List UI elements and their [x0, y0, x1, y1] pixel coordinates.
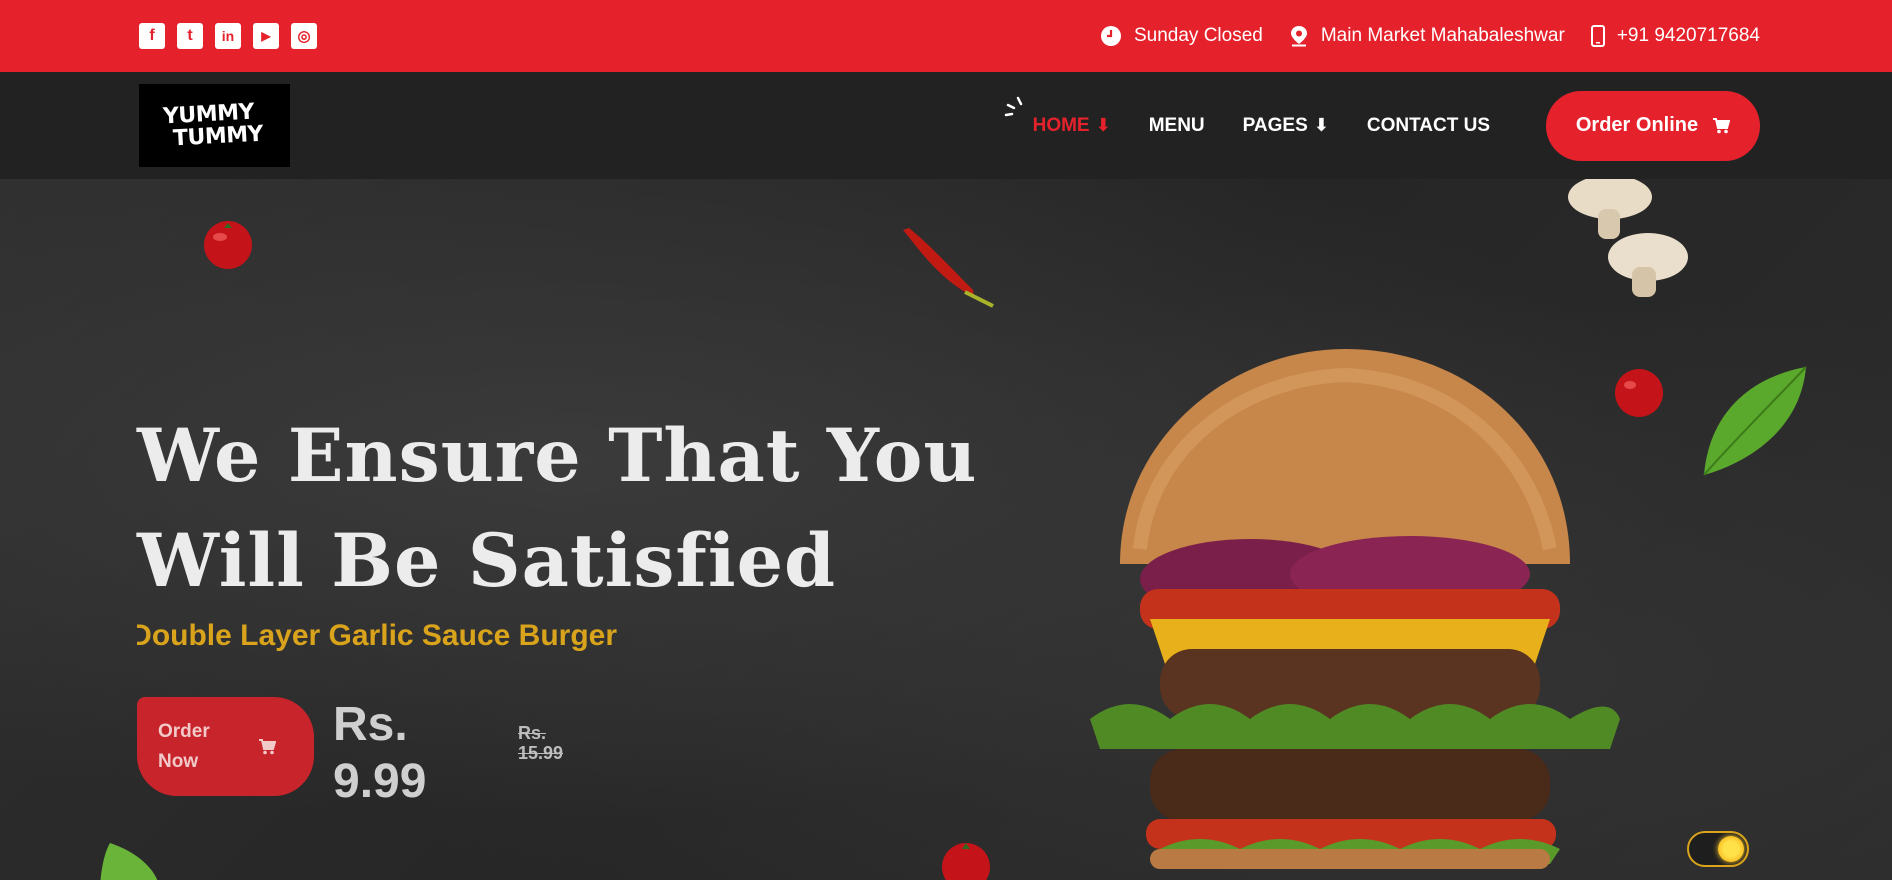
address-text: Main Market Mahabaleshwar [1320, 25, 1565, 46]
order-now-label: Order Now [158, 720, 210, 772]
current-price: Rs. 9.99 [333, 698, 427, 808]
location-pin-icon [1290, 26, 1307, 47]
cart-icon [1713, 117, 1731, 133]
twitter-icon[interactable]: t [177, 23, 203, 49]
contact-info: Sunday Closed Main Market Mahabaleshwar … [1100, 25, 1760, 47]
old-price: Rs. 15.99 [518, 723, 564, 763]
hero-subtitle: Double Layer Garlic Sauce Burger [137, 619, 617, 652]
mushroom-icon [1568, 179, 1688, 297]
hero-heading-line-1: We Ensure That You [137, 413, 978, 499]
youtube-icon[interactable]: ▶ [253, 23, 279, 49]
cart-icon [259, 738, 276, 754]
order-online-label: Order Online [1575, 114, 1699, 136]
sun-icon [1718, 836, 1744, 862]
tomato-icon [942, 843, 990, 880]
nav-right: HOME ⬇ MENU PAGES ⬇ CONTACT US Order Onl… [1004, 90, 1760, 161]
instagram-icon[interactable]: ◎ [291, 23, 317, 49]
order-online-button[interactable]: Order Online [1546, 90, 1760, 161]
top-bar: f t in ▶ ◎ Sunday Closed Main Market Mah… [0, 0, 1892, 72]
logo-line-2: TUMMY [172, 121, 265, 151]
arrow-down-icon: ⬇ [1313, 115, 1329, 135]
chili-pepper-icon [903, 228, 994, 308]
order-now-button[interactable]: Order Now [137, 697, 314, 796]
theme-toggle[interactable] [1687, 831, 1749, 867]
clock-icon [1100, 26, 1121, 46]
social-links: f t in ▶ ◎ [139, 23, 317, 49]
hours-info: Sunday Closed [1100, 25, 1263, 47]
main-navbar: YUMMY TUMMY HOME ⬇ MENU PAGES ⬇ CONTACT … [0, 72, 1892, 179]
nav-item-label: MENU [1148, 114, 1205, 136]
burger-image [1090, 349, 1620, 869]
nav-item-label: PAGES [1242, 114, 1308, 136]
phone-text: +91 9420717684 [1616, 25, 1760, 46]
nav-item-menu[interactable]: MENU [1149, 115, 1205, 137]
loading-spinner-icon [1004, 96, 1022, 116]
site-logo[interactable]: YUMMY TUMMY [139, 84, 290, 167]
nav-item-pages[interactable]: PAGES ⬇ [1243, 115, 1329, 137]
phone-info[interactable]: +91 9420717684 [1590, 25, 1760, 47]
tomato-icon [204, 221, 252, 269]
nav-menu: HOME ⬇ MENU PAGES ⬇ CONTACT US [1004, 96, 1490, 137]
facebook-icon[interactable]: f [139, 23, 165, 49]
linkedin-icon[interactable]: in [215, 23, 241, 49]
nav-item-home[interactable]: HOME ⬇ [1033, 115, 1111, 137]
nav-item-contact-us[interactable]: CONTACT US [1367, 115, 1490, 137]
hero-section: We Ensure That You Will Be Satisfied Dou… [0, 179, 1892, 880]
nav-item-label: HOME [1032, 114, 1090, 136]
basil-leaf-icon [100, 843, 158, 880]
phone-icon [1590, 25, 1605, 47]
nav-item-label: CONTACT US [1366, 114, 1490, 136]
hero-heading-line-2: Will Be Satisfied [137, 518, 837, 604]
address-info: Main Market Mahabaleshwar [1289, 25, 1565, 47]
hours-text: Sunday Closed [1133, 25, 1263, 46]
hero-heading: We Ensure That You Will Be Satisfied [137, 404, 977, 614]
basil-leaf-icon [1703, 366, 1807, 476]
arrow-down-icon: ⬇ [1095, 115, 1111, 135]
